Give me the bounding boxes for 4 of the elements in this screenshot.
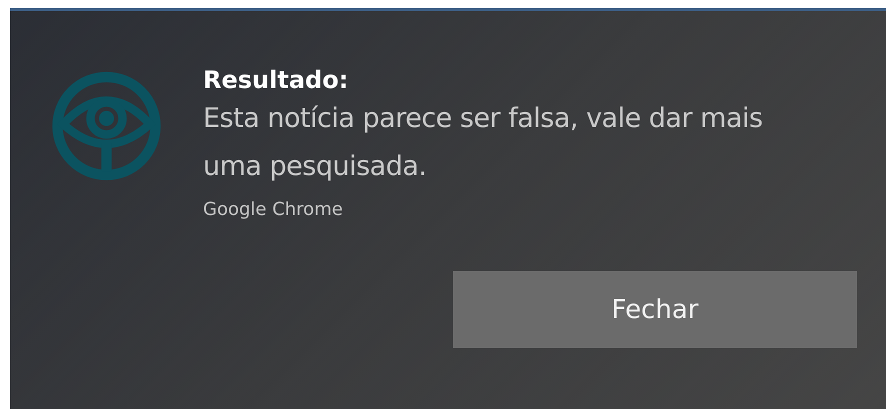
notification-title: Resultado: — [203, 65, 350, 95]
close-button[interactable]: Fechar — [453, 271, 857, 348]
notification-message: Esta notícia parece ser falsa, vale dar mais uma pesquisada. — [203, 102, 764, 184]
source-label: Google Chrome — [203, 198, 344, 222]
